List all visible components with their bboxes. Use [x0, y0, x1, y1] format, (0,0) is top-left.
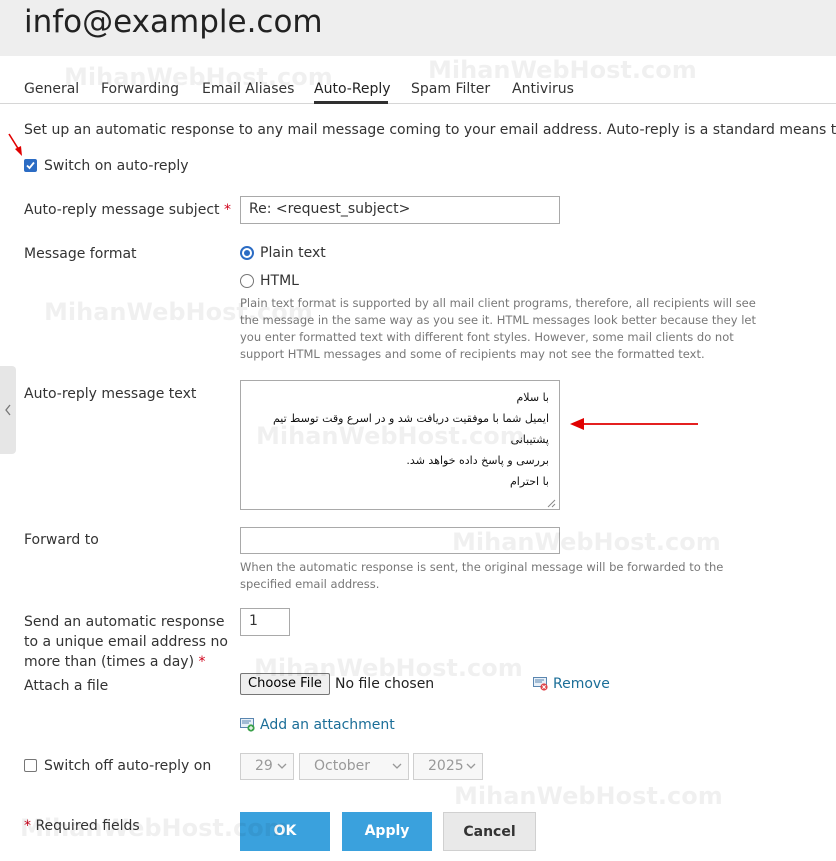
annotation-arrow-icon: [570, 418, 698, 430]
watermark-text: MihanWebHost.com: [454, 782, 723, 810]
tab-spam-filter[interactable]: Spam Filter: [411, 80, 490, 98]
day-select[interactable]: 29: [240, 753, 294, 780]
choose-file-button[interactable]: Choose File: [240, 673, 330, 695]
tab-bar: General Forwarding Email Aliases Auto-Re…: [0, 76, 836, 104]
year-select[interactable]: 2025: [413, 753, 483, 780]
chevron-down-icon: [392, 763, 402, 769]
tab-email-aliases[interactable]: Email Aliases: [202, 80, 294, 98]
sidebar-toggle[interactable]: [0, 366, 16, 454]
switch-off-auto-reply-checkbox[interactable]: [24, 759, 37, 772]
remove-attachment-link[interactable]: Remove: [553, 675, 610, 693]
message-format-label: Message format: [24, 246, 137, 262]
add-attachment-icon[interactable]: [240, 717, 256, 732]
chevron-down-icon: [277, 763, 287, 769]
attach-file-label: Attach a file: [24, 678, 109, 694]
html-radio[interactable]: [240, 274, 254, 288]
tab-forwarding[interactable]: Forwarding: [101, 80, 179, 98]
page-description: Set up an automatic response to any mail…: [24, 122, 836, 138]
message-format-hint: Plain text format is supported by all ma…: [240, 296, 757, 361]
cancel-button[interactable]: Cancel: [443, 812, 536, 851]
active-tab-indicator: [314, 101, 388, 104]
ok-button[interactable]: OK: [240, 812, 330, 851]
no-file-chosen-text: No file chosen: [335, 676, 435, 692]
tab-auto-reply[interactable]: Auto-Reply: [314, 80, 391, 98]
resize-grip-icon[interactable]: [547, 499, 556, 508]
switch-on-auto-reply-label: Switch on auto-reply: [44, 158, 189, 174]
chevron-down-icon: [466, 763, 476, 769]
chevron-left-icon: [5, 404, 11, 416]
plain-text-label: Plain text: [260, 245, 326, 261]
message-text-content: با سلام ایمیل شما با موفقیت دریافت شد و …: [272, 391, 549, 488]
tab-antivirus[interactable]: Antivirus: [512, 80, 574, 98]
forward-to-hint: When the automatic response is sent, the…: [240, 560, 724, 591]
month-select[interactable]: October: [299, 753, 409, 780]
tab-general[interactable]: General: [24, 80, 79, 98]
required-fields-note: * Required fields: [24, 818, 140, 834]
apply-button[interactable]: Apply: [342, 812, 432, 851]
remove-attachment-icon[interactable]: [533, 676, 549, 691]
checkmark-icon: [26, 161, 35, 170]
message-text-label: Auto-reply message text: [24, 386, 197, 402]
message-text-area[interactable]: با سلام ایمیل شما با موفقیت دریافت شد و …: [240, 380, 560, 510]
annotation-arrow-icon: [8, 133, 22, 156]
plain-text-radio[interactable]: [240, 246, 254, 260]
forward-to-input[interactable]: [240, 527, 560, 554]
switch-on-auto-reply-checkbox[interactable]: [24, 159, 37, 172]
frequency-label: Send an automatic response to a unique e…: [24, 614, 228, 670]
page-title: info@example.com: [24, 4, 323, 40]
subject-label: Auto-reply message subject *: [24, 202, 231, 218]
frequency-input[interactable]: 1: [240, 608, 290, 636]
switch-off-auto-reply-label: Switch off auto-reply on: [44, 758, 212, 774]
forward-to-label: Forward to: [24, 532, 99, 548]
subject-input[interactable]: Re: <request_subject>: [240, 196, 560, 224]
add-attachment-link[interactable]: Add an attachment: [260, 716, 395, 734]
html-label: HTML: [260, 273, 299, 289]
